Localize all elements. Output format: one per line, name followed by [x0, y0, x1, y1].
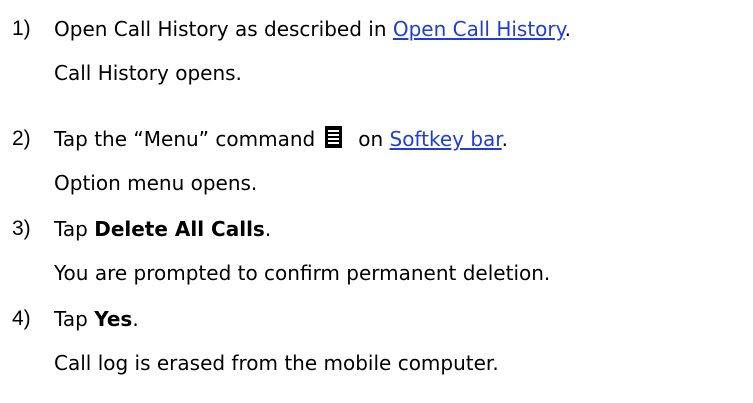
- step-result: Call History opens.: [54, 61, 242, 85]
- step-text: Tap the “Menu” command: [54, 127, 316, 151]
- step-result: Option menu opens.: [54, 171, 258, 195]
- step-result: Call log is erased from the mobile compu…: [54, 351, 499, 375]
- step-number: 4): [12, 307, 31, 330]
- step-punctuation: .: [501, 127, 509, 151]
- step-punctuation: .: [132, 307, 139, 331]
- step-result: You are prompted to confirm permanent de…: [54, 261, 551, 285]
- step-text: on: [358, 127, 390, 151]
- step-punctuation: .: [264, 217, 272, 241]
- step-instruction: Tap the “Menu” command on Softkey bar.: [54, 124, 508, 154]
- step-instruction: Open Call History as described in Open C…: [54, 14, 571, 44]
- step-number: 2): [12, 127, 31, 150]
- step-number: 3): [12, 217, 31, 240]
- step-text: Tap: [54, 307, 95, 331]
- open-call-history-link[interactable]: Open Call History: [393, 17, 565, 41]
- step-text: Tap: [54, 217, 95, 241]
- yes-label: Yes: [94, 307, 133, 331]
- softkey-bar-link[interactable]: Softkey bar: [390, 127, 502, 151]
- step-number: 1): [12, 17, 31, 40]
- step-text: Open Call History as described in: [54, 17, 393, 41]
- step-instruction: Tap Yes.: [54, 304, 139, 334]
- delete-all-calls-label: Delete All Calls: [94, 217, 265, 241]
- step-instruction: Tap Delete All Calls.: [54, 214, 271, 244]
- instruction-document: 1) Open Call History as described in Ope…: [0, 0, 753, 403]
- step-punctuation: .: [564, 17, 571, 41]
- menu-command-icon: [325, 126, 343, 148]
